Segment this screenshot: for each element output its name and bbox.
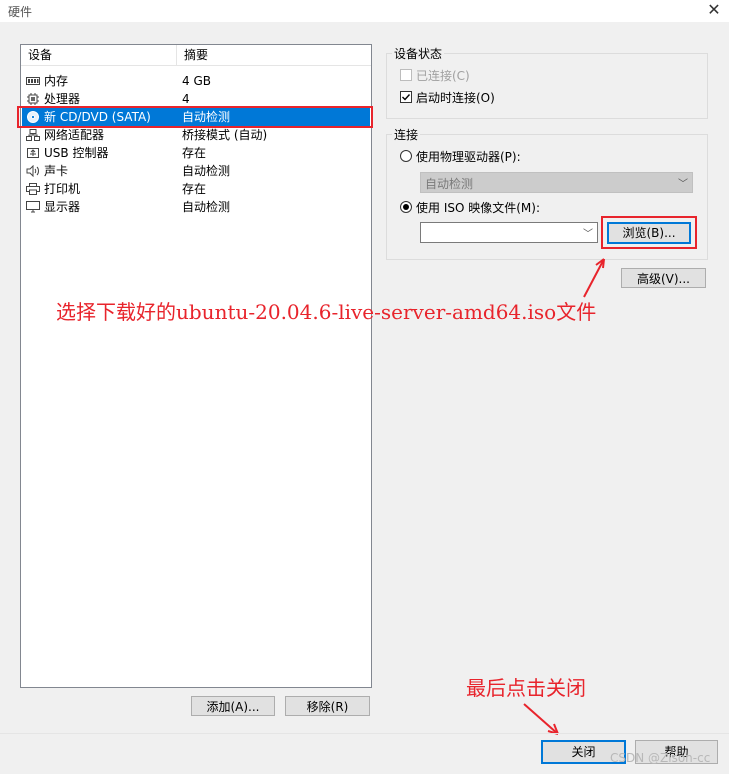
close-hint-text: 最后点击关闭: [466, 676, 586, 700]
device-list[interactable]: 设备 摘要 内存 4 GB 处理器 4 新 CD/DVD (SATA) 自动检测…: [20, 44, 372, 688]
physical-drive-radio[interactable]: [400, 150, 412, 162]
physical-drive-value: 自动检测: [425, 177, 474, 191]
device-row-printer[interactable]: 打印机 存在: [22, 180, 370, 198]
connected-label: 已连接(C): [416, 69, 470, 83]
device-row-cd-dvd[interactable]: 新 CD/DVD (SATA) 自动检测: [22, 108, 370, 126]
device-name: 打印机: [44, 182, 81, 196]
device-name: 处理器: [44, 92, 81, 106]
browse-button[interactable]: 浏览(B)...: [607, 222, 691, 244]
device-summary: 桥接模式 (自动): [182, 128, 268, 142]
device-name: USB 控制器: [44, 146, 109, 160]
column-header-summary[interactable]: 摘要: [177, 45, 371, 65]
network-icon: [26, 129, 40, 141]
device-list-header: 设备 摘要: [21, 45, 371, 66]
device-row-usb[interactable]: USB 控制器 存在: [22, 144, 370, 162]
physical-drive-select[interactable]: 自动检测 ﹀: [420, 172, 693, 193]
device-summary: 自动检测: [182, 110, 231, 124]
device-name: 新 CD/DVD (SATA): [44, 110, 151, 124]
usb-icon: [27, 148, 39, 158]
close-window-icon[interactable]: ✕: [703, 0, 725, 20]
cd-icon: [27, 111, 39, 123]
device-row-sound[interactable]: 声卡 自动检测: [22, 162, 370, 180]
monitor-icon: [26, 201, 40, 213]
speaker-icon: [26, 165, 39, 177]
memory-icon: [26, 77, 40, 85]
device-name: 声卡: [44, 164, 69, 178]
annotation-arrow-icon: [523, 703, 559, 735]
processor-icon: [27, 93, 39, 105]
advanced-button[interactable]: 高级(V)...: [621, 268, 706, 288]
connection-label: 连接: [392, 126, 421, 143]
connect-at-poweron-checkbox[interactable]: [400, 91, 412, 103]
title-bar: [0, 0, 729, 22]
checkmark-icon: [402, 94, 411, 101]
device-summary: 自动检测: [182, 200, 231, 214]
physical-drive-label: 使用物理驱动器(P):: [416, 150, 521, 164]
column-header-device[interactable]: 设备: [21, 45, 176, 65]
device-row-processor[interactable]: 处理器 4: [22, 90, 370, 108]
device-name: 网络适配器: [44, 128, 105, 142]
device-summary: 存在: [182, 146, 207, 160]
device-row-network[interactable]: 网络适配器 桥接模式 (自动): [22, 126, 370, 144]
device-name: 显示器: [44, 200, 81, 214]
device-summary: 4: [182, 92, 190, 106]
chevron-down-icon[interactable]: ﹀: [583, 225, 593, 240]
connected-checkbox[interactable]: [400, 69, 412, 81]
device-row-memory[interactable]: 内存 4 GB: [22, 72, 370, 90]
device-summary: 存在: [182, 182, 207, 196]
iso-path-input[interactable]: ﹀: [420, 222, 598, 243]
chevron-down-icon: ﹀: [678, 179, 688, 190]
browse-hint-text: 选择下载好的ubuntu-20.04.6-live-server-amd64.i…: [56, 300, 597, 324]
connect-at-poweron-label: 启动时连接(O): [416, 91, 495, 105]
remove-device-button[interactable]: 移除(R): [285, 696, 370, 716]
footer-divider: [0, 733, 729, 734]
device-name: 内存: [44, 74, 69, 88]
device-status-label: 设备状态: [392, 45, 445, 62]
device-summary: 4 GB: [182, 74, 211, 88]
device-status-group: [386, 53, 708, 119]
add-device-button[interactable]: 添加(A)...: [191, 696, 275, 716]
watermark: CSDN @Zison-cc: [610, 751, 711, 765]
iso-file-label: 使用 ISO 映像文件(M):: [416, 201, 540, 215]
annotation-arrow-icon: [583, 258, 605, 298]
device-row-display[interactable]: 显示器 自动检测: [22, 198, 370, 216]
window-title: 硬件: [8, 5, 33, 19]
iso-file-radio[interactable]: [400, 201, 412, 213]
printer-icon: [26, 183, 40, 195]
device-summary: 自动检测: [182, 164, 231, 178]
